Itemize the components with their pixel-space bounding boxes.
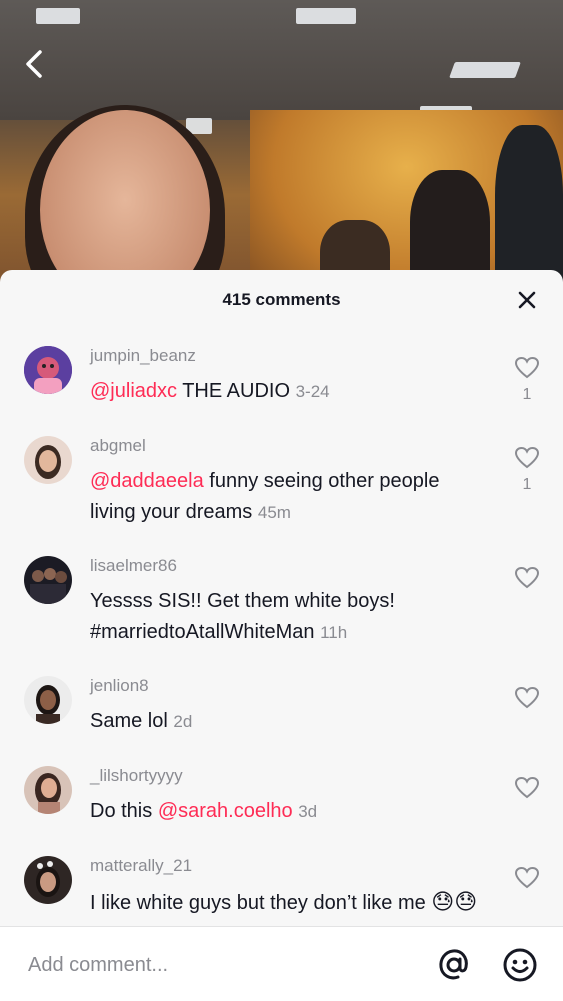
video-background (0, 0, 563, 300)
comment-body: Yessss SIS!! Get them white boys! #marri… (90, 590, 395, 643)
avatar-image (24, 856, 72, 904)
avatar-image (24, 436, 72, 484)
close-button[interactable] (515, 288, 539, 312)
comment-username[interactable]: abgmel (90, 436, 146, 456)
comment-text: Do this @sarah.coelho 3d (90, 796, 490, 827)
comment-time: 3-24 (295, 382, 330, 401)
comment-body: Same lol (90, 710, 168, 732)
like-count: 1 (522, 386, 532, 403)
comment-item: abgmel @daddaeela funny seeing other peo… (0, 436, 563, 556)
comment-username[interactable]: jumpin_beanz (90, 346, 196, 366)
comments-list: jumpin_beanz @juliadxc THE AUDIO 3-24 1 (0, 330, 563, 926)
comment-text: Same lol 2d (90, 706, 490, 737)
heart-icon (514, 566, 540, 589)
comment-time: 11h (320, 623, 348, 642)
avatar-image (24, 346, 72, 394)
avatar[interactable] (24, 676, 72, 724)
like-button[interactable] (512, 686, 542, 746)
comment-text: @daddaeela funny seeing other people liv… (90, 466, 490, 528)
comment-item: matterally_21 I like white guys but they… (0, 856, 563, 926)
comment-time: 3d (298, 802, 318, 821)
avatar[interactable] (24, 856, 72, 904)
comment-body: Do this (90, 800, 153, 822)
add-comment-input[interactable] (26, 949, 410, 981)
smiley-icon (503, 948, 537, 982)
sheet-header: 415 comments (0, 270, 563, 330)
comment-item: jenlion8 Same lol 2d (0, 676, 563, 766)
avatar[interactable] (24, 436, 72, 484)
comment-text: @juliadxc THE AUDIO 3-24 (90, 376, 490, 407)
avatar[interactable] (24, 556, 72, 604)
avatar-image (24, 556, 72, 604)
comment-username[interactable]: lisaelmer86 (90, 556, 177, 576)
ceiling-light (296, 8, 356, 24)
heart-icon (514, 356, 540, 379)
comment-time: 45m (257, 503, 291, 522)
at-sign-icon (439, 949, 468, 980)
back-button[interactable] (20, 44, 52, 84)
heart-icon (514, 446, 540, 469)
ceiling-light (449, 62, 521, 78)
like-button[interactable] (512, 866, 542, 926)
comment-username[interactable]: matterally_21 (90, 856, 192, 876)
comment-text: Yessss SIS!! Get them white boys! #marri… (90, 586, 490, 648)
avatar[interactable] (24, 346, 72, 394)
heart-icon (514, 686, 540, 709)
avatar[interactable] (24, 766, 72, 814)
like-button[interactable] (512, 566, 542, 626)
comment-mention[interactable]: @juliadxc (90, 380, 177, 402)
comment-mention[interactable]: @daddaeela (90, 470, 204, 492)
like-button[interactable]: 1 (512, 356, 542, 416)
chevron-left-icon (26, 50, 42, 78)
comment-item: _lilshortyyyy Do this @sarah.coelho 3d (0, 766, 563, 856)
comments-count-title: 415 comments (222, 290, 341, 309)
comment-username[interactable]: _lilshortyyyy (90, 766, 183, 786)
heart-icon (514, 776, 540, 799)
comment-item: lisaelmer86 Yessss SIS!! Get them white … (0, 556, 563, 676)
comment-body: THE AUDIO (182, 380, 291, 402)
comment-body: I like white guys but they don’t like me (90, 892, 426, 914)
emoji-reaction: 😓😓 (431, 889, 478, 914)
comment-text: I like white guys but they don’t like me… (90, 886, 490, 919)
comments-sheet: 415 comments jumpin_beanz @juliadxc THE … (0, 270, 563, 1000)
comment-time: 2d (173, 712, 193, 731)
comment-input-bar (0, 926, 563, 1001)
heart-icon (514, 866, 540, 889)
ceiling-light (36, 8, 80, 24)
like-button[interactable]: 1 (512, 446, 542, 506)
comment-username[interactable]: jenlion8 (90, 676, 149, 696)
like-button[interactable] (512, 776, 542, 836)
avatar-image (24, 766, 72, 814)
like-count: 1 (522, 476, 532, 493)
ceiling (0, 0, 563, 120)
avatar-image (24, 676, 72, 724)
comment-mention[interactable]: @sarah.coelho (158, 800, 293, 822)
comment-item: jumpin_beanz @juliadxc THE AUDIO 3-24 1 (0, 346, 563, 436)
close-icon (518, 291, 536, 309)
emoji-button[interactable] (502, 947, 538, 983)
mention-button[interactable] (436, 947, 472, 983)
